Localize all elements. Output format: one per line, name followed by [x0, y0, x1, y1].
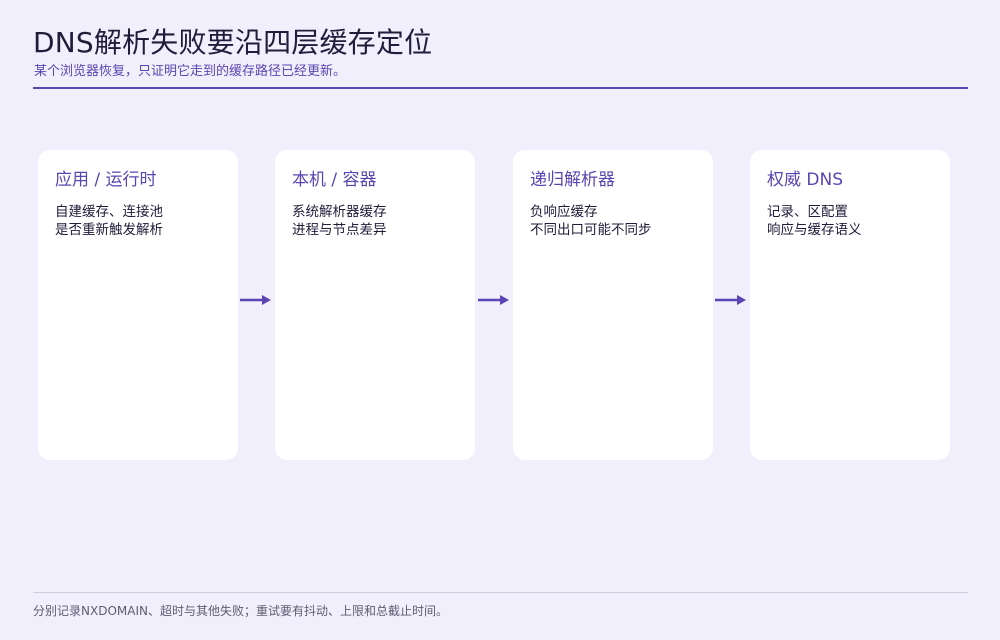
- card-line: 进程与节点差异: [292, 222, 387, 238]
- card-body: 自建缓存、连接池 是否重新触发解析: [55, 203, 163, 239]
- card-title: 递归解析器: [530, 170, 615, 190]
- layer-card-authoritative-dns: 权威 DNS 记录、区配置 响应与缓存语义: [750, 150, 950, 460]
- card-title: 本机 / 容器: [292, 170, 377, 190]
- footer-note: 分别记录NXDOMAIN、超时与其他失败；重试要有抖动、上限和总截止时间。: [33, 604, 448, 618]
- card-title: 应用 / 运行时: [55, 170, 157, 190]
- card-line: 自建缓存、连接池: [55, 204, 163, 220]
- card-body: 记录、区配置 响应与缓存语义: [767, 203, 862, 239]
- card-line: 系统解析器缓存: [292, 204, 387, 220]
- layer-card-app-runtime: 应用 / 运行时 自建缓存、连接池 是否重新触发解析: [38, 150, 238, 460]
- card-line: 不同出口可能不同步: [530, 222, 652, 238]
- card-body: 系统解析器缓存 进程与节点差异: [292, 203, 387, 239]
- layer-card-local-container: 本机 / 容器 系统解析器缓存 进程与节点差异: [275, 150, 475, 460]
- title-divider: [33, 87, 968, 89]
- card-line: 负响应缓存: [530, 204, 598, 220]
- card-line: 是否重新触发解析: [55, 222, 163, 238]
- footer-divider: [33, 592, 968, 593]
- card-body: 负响应缓存 不同出口可能不同步: [530, 203, 652, 239]
- card-title: 权威 DNS: [767, 170, 844, 190]
- flow-arrow-1: [240, 295, 271, 305]
- flow-arrow-3: [715, 295, 746, 305]
- page-title: DNS解析失败要沿四层缓存定位: [33, 26, 433, 59]
- card-line: 响应与缓存语义: [767, 222, 862, 238]
- card-line: 记录、区配置: [767, 204, 848, 220]
- flow-arrow-2: [478, 295, 509, 305]
- page-subtitle: 某个浏览器恢复，只证明它走到的缓存路径已经更新。: [34, 64, 347, 79]
- layer-card-recursive-resolver: 递归解析器 负响应缓存 不同出口可能不同步: [513, 150, 713, 460]
